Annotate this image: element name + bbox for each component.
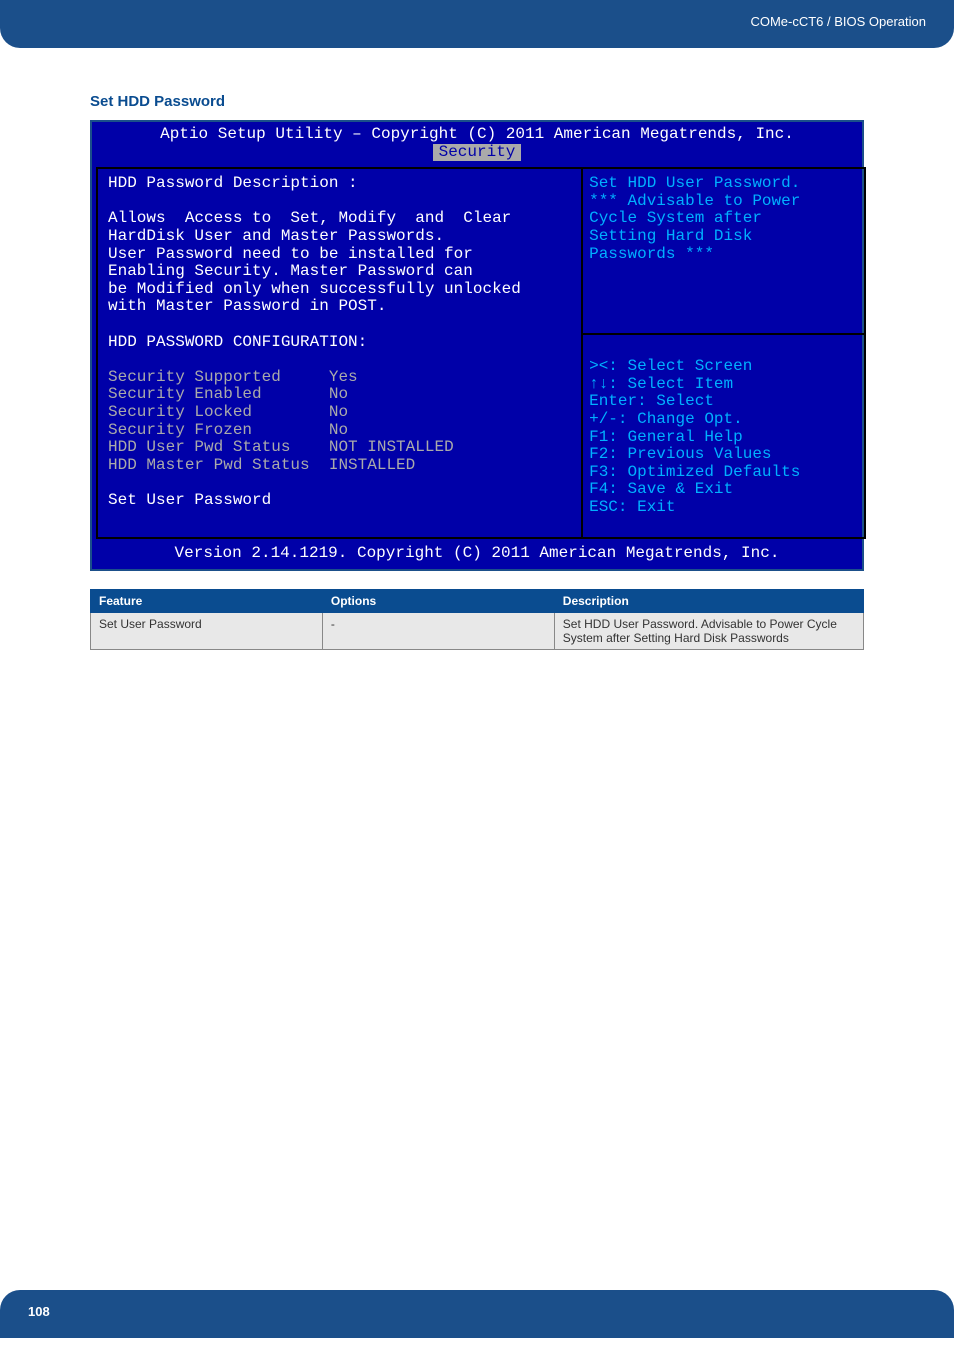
bios-nav-box: ><: Select Screen ↑↓: Select Item Enter:…	[581, 335, 866, 540]
item-2-value: No	[329, 403, 348, 421]
nav1: ><: Select Screen	[589, 357, 752, 375]
nav8: F4: Save & Exit	[589, 480, 733, 498]
item-1-value: No	[329, 385, 348, 403]
config-header: HDD PASSWORD CONFIGURATION:	[108, 333, 367, 351]
left-desc3: User Password need to be installed for	[108, 245, 473, 263]
cell-feature: Set User Password	[91, 612, 323, 649]
cell-options: -	[322, 612, 554, 649]
feature-table: Feature Options Description Set User Pas…	[90, 589, 864, 650]
item-2-label: Security Locked	[108, 403, 252, 421]
help5: Passwords ***	[589, 245, 714, 263]
bios-side-panel: Set HDD User Password. *** Advisable to …	[581, 167, 866, 539]
item-1-label: Security Enabled	[108, 385, 262, 403]
bios-footer: Version 2.14.1219. Copyright (C) 2011 Am…	[92, 543, 862, 569]
selected-item[interactable]: Set User Password	[108, 491, 271, 509]
bios-help-box: Set HDD User Password. *** Advisable to …	[581, 167, 866, 334]
section-title: Set HDD Password	[90, 93, 864, 110]
nav5: F1: General Help	[589, 428, 743, 446]
table-row: Set User Password - Set HDD User Passwor…	[91, 612, 864, 649]
left-desc1: Allows Access to Set, Modify and Clear	[108, 209, 511, 227]
nav3: Enter: Select	[589, 392, 714, 410]
help4: Setting Hard Disk	[589, 227, 752, 245]
item-0-value: Yes	[329, 368, 358, 386]
help2: *** Advisable to Power	[589, 192, 800, 210]
left-desc4: Enabling Security. Master Password can	[108, 262, 473, 280]
nav2: ↑↓: Select Item	[589, 375, 733, 393]
bios-titlebar: Aptio Setup Utility – Copyright (C) 2011…	[92, 122, 862, 163]
item-4-label: HDD User Pwd Status	[108, 438, 290, 456]
item-5-value: INSTALLED	[329, 456, 415, 474]
bios-main-panel: HDD Password Description : Allows Access…	[96, 167, 581, 539]
bios-title: Aptio Setup Utility – Copyright (C) 2011…	[160, 125, 794, 143]
left-desc5: be Modified only when successfully unloc…	[108, 280, 521, 298]
page-number: 108	[28, 1304, 50, 1319]
item-3-value: No	[329, 421, 348, 439]
header-breadcrumb: COMe-cCT6 / BIOS Operation	[750, 14, 926, 29]
left-title: HDD Password Description :	[108, 174, 358, 192]
table-header-description: Description	[554, 589, 863, 612]
item-5-label: HDD Master Pwd Status	[108, 456, 310, 474]
table-header-options: Options	[322, 589, 554, 612]
nav7: F3: Optimized Defaults	[589, 463, 800, 481]
page-header: COMe-cCT6 / BIOS Operation	[0, 0, 954, 48]
bios-tab-security[interactable]: Security	[433, 144, 522, 162]
bios-body: HDD Password Description : Allows Access…	[92, 163, 862, 543]
cell-description: Set HDD User Password. Advisable to Powe…	[554, 612, 863, 649]
nav4: +/-: Change Opt.	[589, 410, 743, 428]
help1: Set HDD User Password.	[589, 174, 800, 192]
item-0-label: Security Supported	[108, 368, 281, 386]
item-3-label: Security Frozen	[108, 421, 252, 439]
left-desc6: with Master Password in POST.	[108, 297, 386, 315]
left-desc2: HardDisk User and Master Passwords.	[108, 227, 444, 245]
table-header-feature: Feature	[91, 589, 323, 612]
nav6: F2: Previous Values	[589, 445, 771, 463]
item-4-value: NOT INSTALLED	[329, 438, 454, 456]
page-content: Set HDD Password Aptio Setup Utility – C…	[0, 48, 954, 650]
help3: Cycle System after	[589, 209, 762, 227]
nav9: ESC: Exit	[589, 498, 675, 516]
page-footer: 108	[0, 1290, 954, 1338]
bios-screenshot: Aptio Setup Utility – Copyright (C) 2011…	[90, 120, 864, 571]
